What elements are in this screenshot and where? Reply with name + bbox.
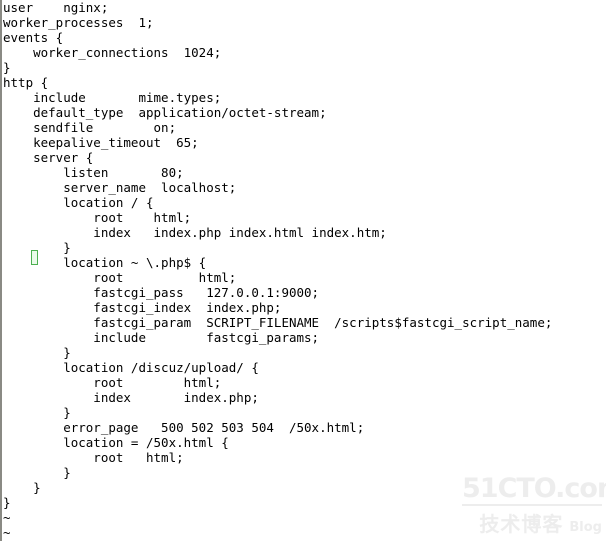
code-line: fastcgi_index index.php; [3,300,282,315]
code-line: fastcgi_pass 127.0.0.1:9000; [3,285,320,300]
code-line: fastcgi_param SCRIPT_FILENAME /scripts$f… [3,315,553,330]
code-line: root html; [3,450,184,465]
code-line: listen 80; [3,165,184,180]
code-line: worker_connections 1024; [3,45,222,60]
code-line: error_page 500 502 503 504 /50x.html; [3,420,365,435]
code-line: } [3,465,71,480]
code-line: location / { [3,195,154,210]
code-line: events { [3,30,64,45]
code-line: keepalive_timeout 65; [3,135,199,150]
code-line: include fastcgi_params; [3,330,320,345]
code-line: } [3,240,71,255]
code-line: worker_processes 1; [3,15,154,30]
text-cursor [31,250,38,265]
code-line: } [3,345,71,360]
code-line: http { [3,75,49,90]
code-line: } [3,480,41,495]
empty-line-marker: ~ [3,510,11,525]
terminal-screen: 51CTO.com 技术博客Blog user nginx; worker_pr… [0,0,606,541]
code-line: location = /50x.html { [3,435,229,450]
code-line: location /discuz/upload/ { [3,360,259,375]
code-line: server { [3,150,94,165]
code-line: user nginx; [3,0,109,15]
code-line: include mime.types; [3,90,222,105]
code-line: index index.php; [3,390,259,405]
code-line: root html; [3,375,222,390]
code-line: } [3,60,11,75]
code-line: index index.php index.html index.htm; [3,225,387,240]
code-line: root html; [3,210,192,225]
code-line-with-cursor: location ~ \.php$ { [3,255,207,270]
code-line: } [3,495,11,510]
code-line: } [3,405,71,420]
code-line: server_name localhost; [3,180,237,195]
empty-line-marker: ~ [3,525,11,540]
code-line: root html; [3,270,237,285]
code-editor-buffer[interactable]: user nginx; worker_processes 1; events {… [0,0,606,541]
code-line: sendfile on; [3,120,177,135]
code-line: default_type application/octet-stream; [3,105,327,120]
